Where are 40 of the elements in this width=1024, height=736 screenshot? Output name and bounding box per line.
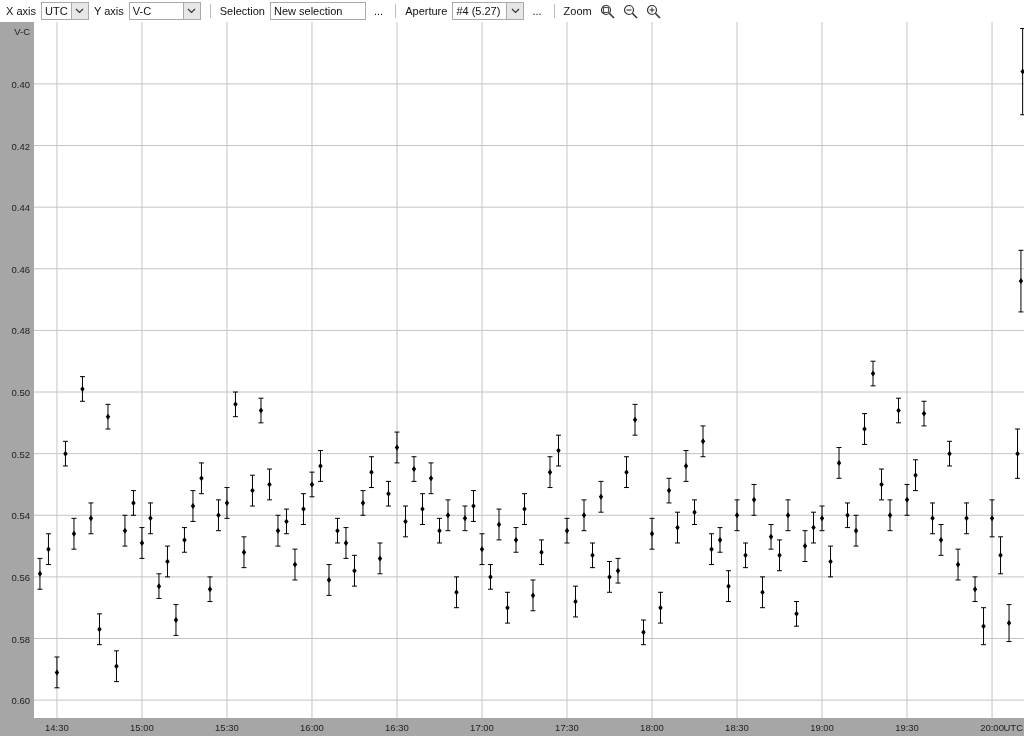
y-tick-label: 0.48 — [11, 325, 30, 337]
y-axis-dropdown[interactable]: V-C — [128, 2, 201, 20]
y-tick-label: 0.60 — [11, 695, 30, 707]
y-tick-label: 0.42 — [11, 140, 30, 152]
zoom-fit-icon[interactable] — [599, 3, 615, 19]
y-tick-label: 0.58 — [11, 633, 30, 645]
x-axis-title: UTC — [1003, 722, 1023, 733]
chevron-down-icon — [510, 8, 520, 14]
x-tick-label: 15:00 — [130, 722, 154, 733]
y-axis-label: Y axis — [93, 5, 124, 17]
y-tick-label: 0.50 — [11, 387, 30, 399]
y-tick-label: 0.54 — [11, 510, 30, 522]
y-tick-label: 0.44 — [11, 202, 30, 214]
y-tick-label: 0.46 — [11, 263, 30, 275]
zoom-in-icon[interactable] — [645, 3, 661, 19]
y-tick-label: 0.56 — [11, 571, 30, 583]
y-tick-label: 0.52 — [11, 448, 30, 460]
zoom-out-icon[interactable] — [622, 3, 638, 19]
aperture-label: Aperture — [405, 5, 448, 17]
chevron-down-icon — [187, 8, 197, 14]
x-tick-label: 18:00 — [640, 722, 664, 733]
x-axis-label: X axis — [6, 5, 36, 17]
selection-label: Selection — [219, 5, 265, 17]
x-tick-label: 16:30 — [385, 722, 409, 733]
x-tick-label: 16:00 — [300, 722, 324, 733]
x-tick-label: 20:00 — [980, 722, 1004, 733]
x-tick-label: 17:00 — [470, 722, 494, 733]
x-axis-dropdown[interactable]: UTC — [40, 2, 89, 20]
x-tick-label: 19:00 — [810, 722, 834, 733]
x-tick-label: 15:30 — [215, 722, 239, 733]
x-tick-label: 17:30 — [555, 722, 579, 733]
y-tick-label: 0.40 — [11, 78, 30, 90]
selection-field[interactable]: New selection — [270, 2, 366, 20]
y-axis-title: V-C — [14, 26, 30, 37]
x-tick-label: 19:30 — [895, 722, 919, 733]
aperture-dropdown[interactable]: #4 (5.27) — [452, 2, 525, 20]
zoom-label: Zoom — [563, 5, 592, 17]
chevron-down-icon — [75, 8, 85, 14]
x-tick-label: 14:30 — [45, 722, 69, 733]
x-tick-label: 18:30 — [725, 722, 749, 733]
